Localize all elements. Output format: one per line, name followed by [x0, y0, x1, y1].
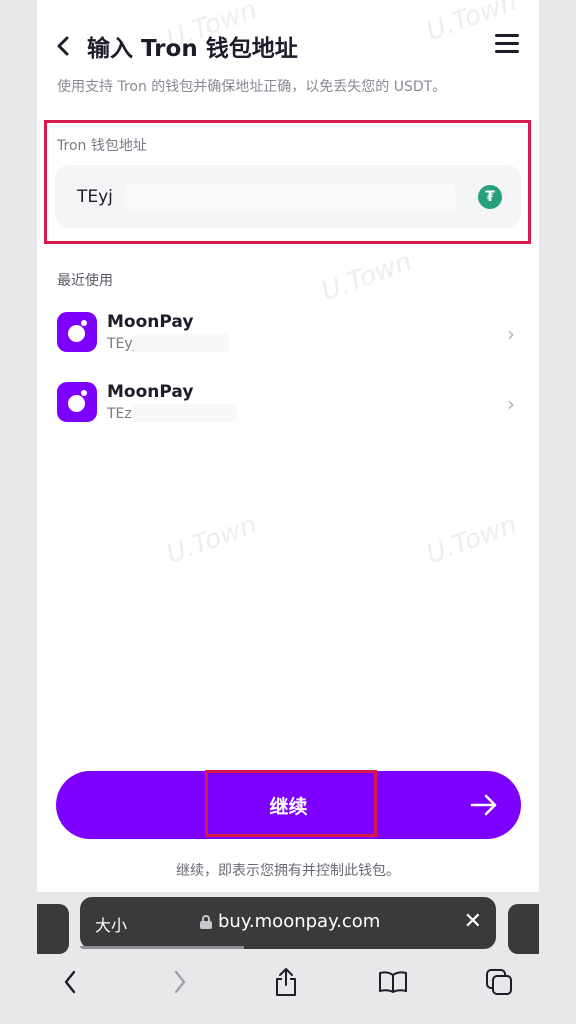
watermark: U.Town [162, 509, 261, 571]
header: 输入 Tron 钱包地址 [37, 0, 539, 70]
menu-icon-bar [495, 34, 519, 37]
address-blur-mask [133, 404, 237, 422]
chevron-right-icon: › [507, 322, 515, 346]
web-page: U.Town U.Town U.Town U.Town U.Town 输入 Tr… [37, 0, 539, 1024]
page-title: 输入 Tron 钱包地址 [87, 36, 298, 62]
menu-icon-bar [495, 42, 519, 45]
watermark: U.Town [317, 246, 416, 308]
moonpay-logo-icon [57, 382, 97, 422]
footer-note: 继续，即表示您拥有并控制此钱包。 [176, 863, 400, 879]
recent-item-address: TEz [107, 406, 132, 422]
recent-item-name: MoonPay [107, 382, 194, 402]
chevron-right-icon [174, 970, 186, 994]
chevron-left-icon [57, 36, 69, 56]
address-bar[interactable]: 大小 buy.moonpay.com ✕ [80, 897, 496, 949]
lock-icon [200, 915, 212, 929]
recent-item[interactable]: MoonPay TEyj › [55, 306, 525, 362]
tabs-icon [486, 969, 512, 995]
share-button[interactable] [266, 962, 306, 1002]
highlight-box [205, 770, 377, 837]
recent-title: 最近使用 [57, 273, 113, 289]
book-icon [379, 971, 407, 993]
recent-item-name: MoonPay [107, 312, 194, 332]
page-subtitle: 使用支持 Tron 的钱包并确保地址正确，以免丢失您的 USDT。 [57, 79, 447, 95]
browser-bar: 大小 buy.moonpay.com ✕ [0, 892, 576, 1024]
share-icon [276, 968, 296, 996]
browser-forward-button[interactable] [160, 962, 200, 1002]
browser-back-button[interactable] [50, 962, 90, 1002]
browser-toolbar [0, 952, 576, 1024]
url-text[interactable]: buy.moonpay.com [218, 911, 380, 932]
menu-icon-bar [495, 50, 519, 53]
back-button[interactable] [49, 30, 77, 62]
text-size-button[interactable]: 大小 [95, 912, 127, 936]
moonpay-logo-icon [57, 312, 97, 352]
highlight-box [44, 120, 531, 244]
recent-item[interactable]: MoonPay TEz › [55, 376, 525, 432]
chevron-left-icon [64, 970, 76, 994]
watermark: U.Town [422, 509, 521, 571]
address-blur-mask [133, 334, 229, 352]
chevron-right-icon: › [507, 392, 515, 416]
menu-button[interactable] [495, 34, 519, 54]
close-icon[interactable]: ✕ [464, 909, 482, 934]
arrow-right-icon [469, 787, 499, 830]
previous-tab-preview[interactable] [37, 904, 69, 954]
tabs-button[interactable] [479, 962, 519, 1002]
next-tab-preview[interactable] [508, 904, 539, 954]
bookmarks-button[interactable] [373, 962, 413, 1002]
page-load-progress [80, 946, 244, 949]
